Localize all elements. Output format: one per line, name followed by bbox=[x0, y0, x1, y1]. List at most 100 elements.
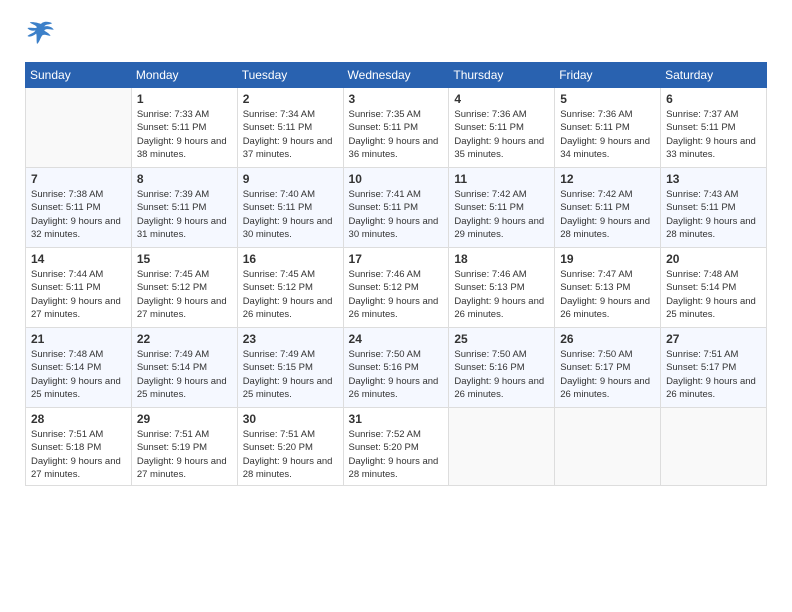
day-info: Sunrise: 7:45 AMSunset: 5:12 PMDaylight:… bbox=[137, 268, 232, 321]
day-info: Sunrise: 7:44 AMSunset: 5:11 PMDaylight:… bbox=[31, 268, 126, 321]
day-info: Sunrise: 7:47 AMSunset: 5:13 PMDaylight:… bbox=[560, 268, 655, 321]
calendar-cell: 14 Sunrise: 7:44 AMSunset: 5:11 PMDayligh… bbox=[26, 248, 132, 328]
day-info: Sunrise: 7:51 AMSunset: 5:17 PMDaylight:… bbox=[666, 348, 761, 401]
day-info: Sunrise: 7:49 AMSunset: 5:15 PMDaylight:… bbox=[243, 348, 338, 401]
calendar-cell: 26Sunrise: 7:50 AMSunset: 5:17 PMDayligh… bbox=[555, 328, 661, 408]
day-number: 3 bbox=[349, 92, 444, 106]
day-number: 8 bbox=[137, 172, 232, 186]
day-number: 15 bbox=[137, 252, 232, 266]
day-info: Sunrise: 7:34 AMSunset: 5:11 PMDaylight:… bbox=[243, 108, 338, 161]
calendar-cell: 6 Sunrise: 7:37 AMSunset: 5:11 PMDaylight… bbox=[661, 88, 767, 168]
col-friday: Friday bbox=[555, 63, 661, 88]
day-info: Sunrise: 7:41 AMSunset: 5:11 PMDaylight:… bbox=[349, 188, 444, 241]
day-info: Sunrise: 7:33 AMSunset: 5:11 PMDaylight:… bbox=[137, 108, 232, 161]
day-number: 7 bbox=[31, 172, 126, 186]
day-number: 9 bbox=[243, 172, 338, 186]
calendar-cell: 9 Sunrise: 7:40 AMSunset: 5:11 PMDaylight… bbox=[237, 168, 343, 248]
calendar-cell: 7 Sunrise: 7:38 AMSunset: 5:11 PMDaylight… bbox=[26, 168, 132, 248]
day-info: Sunrise: 7:43 AMSunset: 5:11 PMDaylight:… bbox=[666, 188, 761, 241]
day-number: 23 bbox=[243, 332, 338, 346]
calendar-cell: 16 Sunrise: 7:45 AMSunset: 5:12 PMDayligh… bbox=[237, 248, 343, 328]
calendar-cell: 23 Sunrise: 7:49 AMSunset: 5:15 PMDayligh… bbox=[237, 328, 343, 408]
calendar-table: Sunday Monday Tuesday Wednesday Thursday… bbox=[25, 62, 767, 486]
day-number: 22 bbox=[137, 332, 232, 346]
calendar-cell: 3 Sunrise: 7:35 AMSunset: 5:11 PMDaylight… bbox=[343, 88, 449, 168]
day-info: Sunrise: 7:48 AMSunset: 5:14 PMDaylight:… bbox=[666, 268, 761, 321]
calendar-cell: 21 Sunrise: 7:48 AMSunset: 5:14 PMDayligh… bbox=[26, 328, 132, 408]
day-number: 6 bbox=[666, 92, 761, 106]
calendar-cell: 2 Sunrise: 7:34 AMSunset: 5:11 PMDaylight… bbox=[237, 88, 343, 168]
day-number: 27 bbox=[666, 332, 761, 346]
day-number: 21 bbox=[31, 332, 126, 346]
day-info: Sunrise: 7:36 AMSunset: 5:11 PMDaylight:… bbox=[560, 108, 655, 161]
calendar-cell: 13 Sunrise: 7:43 AMSunset: 5:11 PMDayligh… bbox=[661, 168, 767, 248]
day-info: Sunrise: 7:38 AMSunset: 5:11 PMDaylight:… bbox=[31, 188, 126, 241]
day-info: Sunrise: 7:49 AMSunset: 5:14 PMDaylight:… bbox=[137, 348, 232, 401]
day-number: 19 bbox=[560, 252, 655, 266]
day-number: 1 bbox=[137, 92, 232, 106]
calendar-cell: 4 Sunrise: 7:36 AMSunset: 5:11 PMDaylight… bbox=[449, 88, 555, 168]
day-info: Sunrise: 7:48 AMSunset: 5:14 PMDaylight:… bbox=[31, 348, 126, 401]
day-number: 25 bbox=[454, 332, 549, 346]
col-monday: Monday bbox=[131, 63, 237, 88]
calendar-cell: 31 Sunrise: 7:52 AMSunset: 5:20 PMDayligh… bbox=[343, 408, 449, 486]
calendar-cell: 11Sunrise: 7:42 AMSunset: 5:11 PMDayligh… bbox=[449, 168, 555, 248]
day-number: 20 bbox=[666, 252, 761, 266]
day-info: Sunrise: 7:39 AMSunset: 5:11 PMDaylight:… bbox=[137, 188, 232, 241]
day-info: Sunrise: 7:52 AMSunset: 5:20 PMDaylight:… bbox=[349, 428, 444, 481]
col-saturday: Saturday bbox=[661, 63, 767, 88]
logo-bird-icon bbox=[25, 20, 57, 48]
logo bbox=[25, 20, 63, 48]
calendar-cell bbox=[555, 408, 661, 486]
day-info: Sunrise: 7:35 AMSunset: 5:11 PMDaylight:… bbox=[349, 108, 444, 161]
col-sunday: Sunday bbox=[26, 63, 132, 88]
day-number: 5 bbox=[560, 92, 655, 106]
calendar-cell: 22 Sunrise: 7:49 AMSunset: 5:14 PMDayligh… bbox=[131, 328, 237, 408]
calendar-cell: 10 Sunrise: 7:41 AMSunset: 5:11 PMDayligh… bbox=[343, 168, 449, 248]
calendar-cell: 29 Sunrise: 7:51 AMSunset: 5:19 PMDayligh… bbox=[131, 408, 237, 486]
calendar-cell: 15 Sunrise: 7:45 AMSunset: 5:12 PMDayligh… bbox=[131, 248, 237, 328]
day-number: 13 bbox=[666, 172, 761, 186]
day-info: Sunrise: 7:50 AMSunset: 5:17 PMDaylight:… bbox=[560, 348, 655, 401]
day-info: Sunrise: 7:37 AMSunset: 5:11 PMDaylight:… bbox=[666, 108, 761, 161]
day-info: Sunrise: 7:42 AMSunset: 5:11 PMDaylight:… bbox=[560, 188, 655, 241]
calendar-cell: 18 Sunrise: 7:46 AMSunset: 5:13 PMDayligh… bbox=[449, 248, 555, 328]
calendar-cell: 28 Sunrise: 7:51 AMSunset: 5:18 PMDayligh… bbox=[26, 408, 132, 486]
day-number: 12 bbox=[560, 172, 655, 186]
col-thursday: Thursday bbox=[449, 63, 555, 88]
calendar-cell bbox=[449, 408, 555, 486]
day-number: 28 bbox=[31, 412, 126, 426]
day-info: Sunrise: 7:40 AMSunset: 5:11 PMDaylight:… bbox=[243, 188, 338, 241]
calendar-cell bbox=[26, 88, 132, 168]
day-number: 18 bbox=[454, 252, 549, 266]
day-number: 4 bbox=[454, 92, 549, 106]
calendar-cell: 5 Sunrise: 7:36 AMSunset: 5:11 PMDaylight… bbox=[555, 88, 661, 168]
day-info: Sunrise: 7:46 AMSunset: 5:12 PMDaylight:… bbox=[349, 268, 444, 321]
day-number: 14 bbox=[31, 252, 126, 266]
header bbox=[25, 20, 767, 48]
calendar-cell: 24Sunrise: 7:50 AMSunset: 5:16 PMDayligh… bbox=[343, 328, 449, 408]
col-wednesday: Wednesday bbox=[343, 63, 449, 88]
day-info: Sunrise: 7:50 AMSunset: 5:16 PMDaylight:… bbox=[454, 348, 549, 401]
day-info: Sunrise: 7:51 AMSunset: 5:18 PMDaylight:… bbox=[31, 428, 126, 481]
calendar-cell: 25 Sunrise: 7:50 AMSunset: 5:16 PMDayligh… bbox=[449, 328, 555, 408]
day-number: 31 bbox=[349, 412, 444, 426]
day-number: 10 bbox=[349, 172, 444, 186]
calendar-cell: 30Sunrise: 7:51 AMSunset: 5:20 PMDayligh… bbox=[237, 408, 343, 486]
day-number: 29 bbox=[137, 412, 232, 426]
day-info: Sunrise: 7:36 AMSunset: 5:11 PMDaylight:… bbox=[454, 108, 549, 161]
header-row: Sunday Monday Tuesday Wednesday Thursday… bbox=[26, 63, 767, 88]
calendar-cell: 17 Sunrise: 7:46 AMSunset: 5:12 PMDayligh… bbox=[343, 248, 449, 328]
day-info: Sunrise: 7:51 AMSunset: 5:19 PMDaylight:… bbox=[137, 428, 232, 481]
calendar-cell: 20 Sunrise: 7:48 AMSunset: 5:14 PMDayligh… bbox=[661, 248, 767, 328]
col-tuesday: Tuesday bbox=[237, 63, 343, 88]
day-number: 17 bbox=[349, 252, 444, 266]
day-number: 11 bbox=[454, 172, 549, 186]
day-info: Sunrise: 7:46 AMSunset: 5:13 PMDaylight:… bbox=[454, 268, 549, 321]
day-number: 16 bbox=[243, 252, 338, 266]
calendar-cell bbox=[661, 408, 767, 486]
calendar-cell: 8 Sunrise: 7:39 AMSunset: 5:11 PMDaylight… bbox=[131, 168, 237, 248]
day-number: 2 bbox=[243, 92, 338, 106]
page: Sunday Monday Tuesday Wednesday Thursday… bbox=[0, 0, 792, 612]
day-info: Sunrise: 7:45 AMSunset: 5:12 PMDaylight:… bbox=[243, 268, 338, 321]
